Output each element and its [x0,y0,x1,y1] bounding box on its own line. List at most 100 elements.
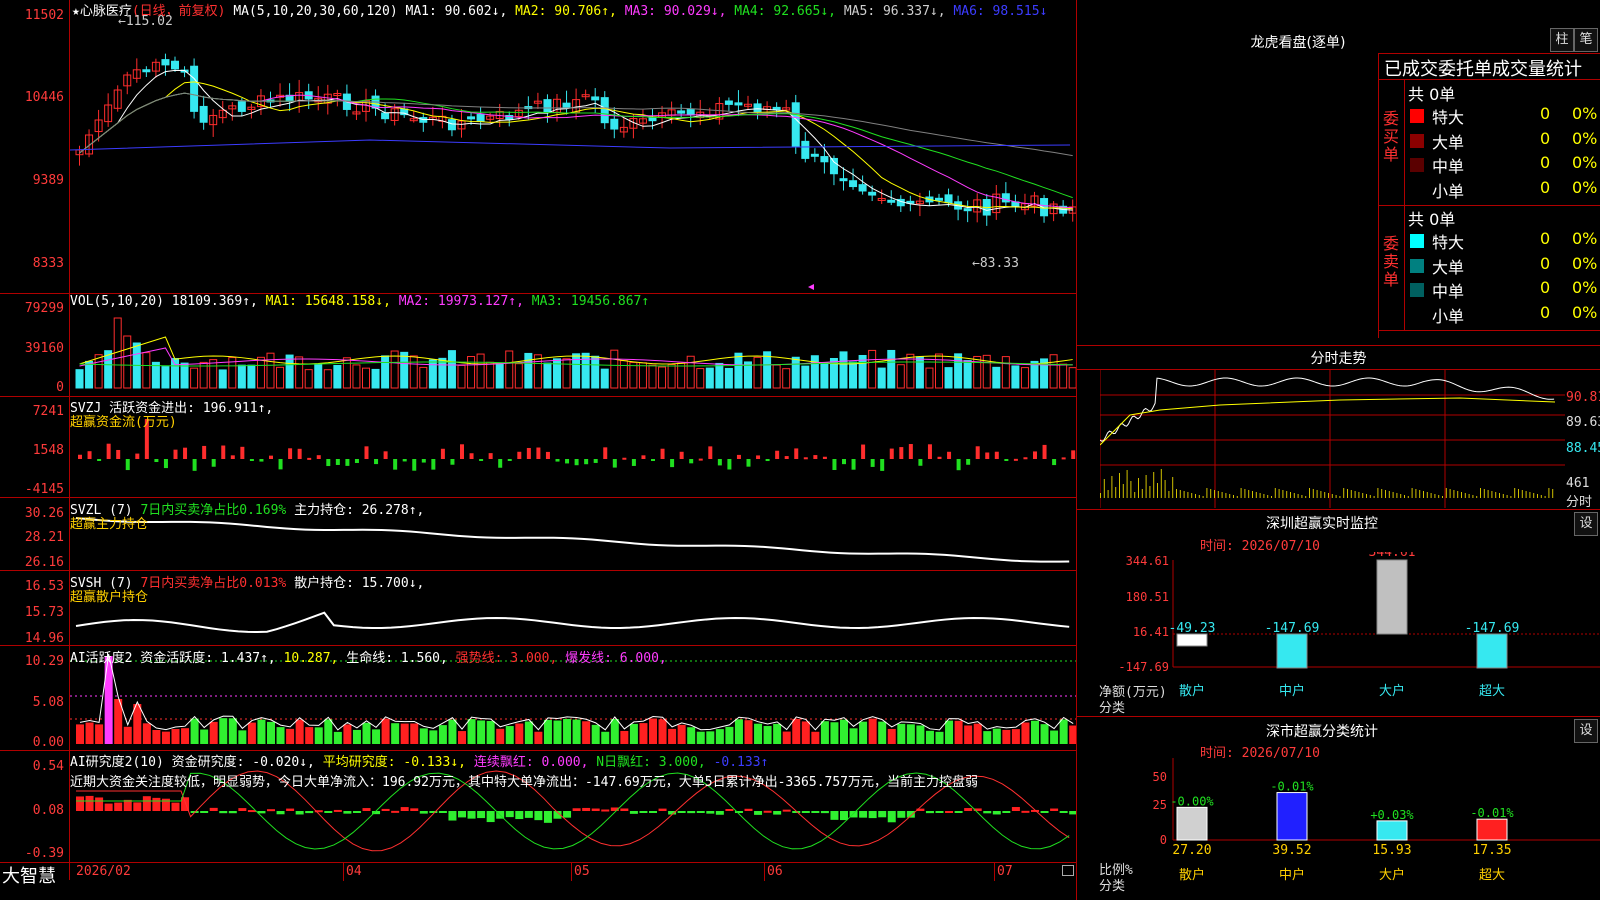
flow-bar [163,459,168,469]
kline-candle [161,59,170,66]
order-label: 大单 [1432,132,1465,152]
flow-bar [889,448,894,459]
vol-ma1: MA1: 15648.158↓, [265,294,391,309]
volume-bar [285,354,294,389]
monitor-value: -147.69 [1465,621,1520,636]
date-label-3: 06 [767,864,783,879]
monitor-category: 中户 [1279,683,1305,699]
flow-bar [784,456,789,459]
intraday-tick-4: 分时 [1566,495,1593,510]
intraday-volume-bar [1423,491,1424,498]
lock-icon[interactable] [1062,865,1074,876]
volume-bar [600,368,609,389]
class-pane[interactable]: 7550250-0.00%27.20散户-0.01%39.52中户+0.03%1… [1077,758,1600,900]
date-label-0: 2026/02 [76,864,131,879]
intraday-volume-bar [1157,483,1158,498]
volume-bar [171,358,179,389]
class-category: 中户 [1279,867,1305,883]
star-icon[interactable]: ★ [72,4,80,19]
class-change: -0.01% [1270,780,1314,794]
intraday-pane[interactable] [1100,370,1565,508]
intraday-volume-bar [1415,489,1417,498]
flow-bar [507,459,512,461]
volume-bar [973,355,982,389]
sell-total: 共 0单 [1408,210,1456,229]
svsh-ytick-0: 16.53 [24,579,64,594]
main-ytick-0: 11502 [24,8,64,23]
research-bar [563,811,572,818]
volume-bar [304,369,313,389]
research-avg: 平均研究度: -0.133↓, [322,755,466,770]
kline-candle [562,102,571,109]
kline-candle [171,60,179,70]
intraday-volume-bar [1252,491,1253,498]
research-bar [706,811,715,814]
kline-candle [381,112,390,120]
activity-bar [792,718,801,744]
ma2-value: MA2: 90.706↑, [515,4,617,19]
kline-candle [677,110,686,114]
volume-bar [915,356,924,389]
volume-bar [256,356,265,389]
research-bar [945,810,954,813]
research-bar [725,808,734,811]
flow-bar [450,459,455,465]
svzj-ytick-1: 1548 [32,443,64,458]
activity-bar [696,731,705,744]
intraday-volume-bar [1263,494,1265,498]
volume-pane[interactable] [70,294,1076,396]
intraday-volume-bar [1248,490,1250,498]
class-bar [1476,818,1508,841]
volume-bar [572,353,581,389]
lhb-group-line [1404,79,1405,330]
activity-bar [219,718,228,744]
intraday-volume-bar [1419,490,1421,498]
class-settings-button[interactable]: 设 [1574,719,1598,743]
flow-bar [221,445,226,459]
activity-bar [1069,725,1076,744]
intraday-volume-bar [1464,493,1466,498]
research-bar [209,807,218,811]
bar-mode-button[interactable]: 柱 [1550,28,1574,52]
volume-bar [381,355,390,389]
activity-bar [372,729,381,744]
volume-bar [447,350,456,389]
legend-swatch [1410,109,1424,123]
research-bar [878,811,887,818]
monitor-bar [1376,559,1408,635]
legend-swatch [1410,258,1424,273]
intraday-volume-bar [1221,492,1223,498]
volume-bar [142,352,151,389]
activity-bar [992,728,1001,744]
volume-bar [658,366,667,389]
flow-bar [269,455,273,459]
monitor-settings-button[interactable]: 设 [1574,512,1598,536]
research-bar [811,811,820,813]
main-kline-pane[interactable] [70,0,1076,293]
lhb-tab-header[interactable]: 已成交委托单成交量统计 [1384,55,1582,81]
lhb-header-line [1378,79,1600,80]
class-change: -0.01% [1470,806,1514,820]
volume-bar [705,367,714,389]
flow-bar [125,459,130,471]
research-bar [582,807,591,811]
flow-bar [775,450,780,459]
volume-bar [877,367,886,389]
research-bar [400,807,409,811]
intraday-volume-bar [1491,491,1493,498]
order-count: 0 [1540,278,1551,297]
intraday-volume-bar [1255,492,1257,498]
monitor-ytick: 16.41 [1133,625,1169,639]
activity-bar [649,718,657,744]
flow-bar [727,459,732,470]
tick-mode-button[interactable]: 笔 [1574,28,1598,52]
brand-logo[interactable]: 大智慧 [2,862,56,888]
kline-chart [70,53,1076,290]
res-ytick-0: 0.54 [32,759,64,774]
date-tick-3 [764,863,765,881]
order-pct: 0% [1572,104,1598,123]
flow-bar [1033,451,1037,459]
volume-bar [629,361,638,389]
volume-header: VOL(5,10,20) 18109.369↑, MA1: 15648.158↓… [70,294,649,309]
research-bar [687,811,696,814]
